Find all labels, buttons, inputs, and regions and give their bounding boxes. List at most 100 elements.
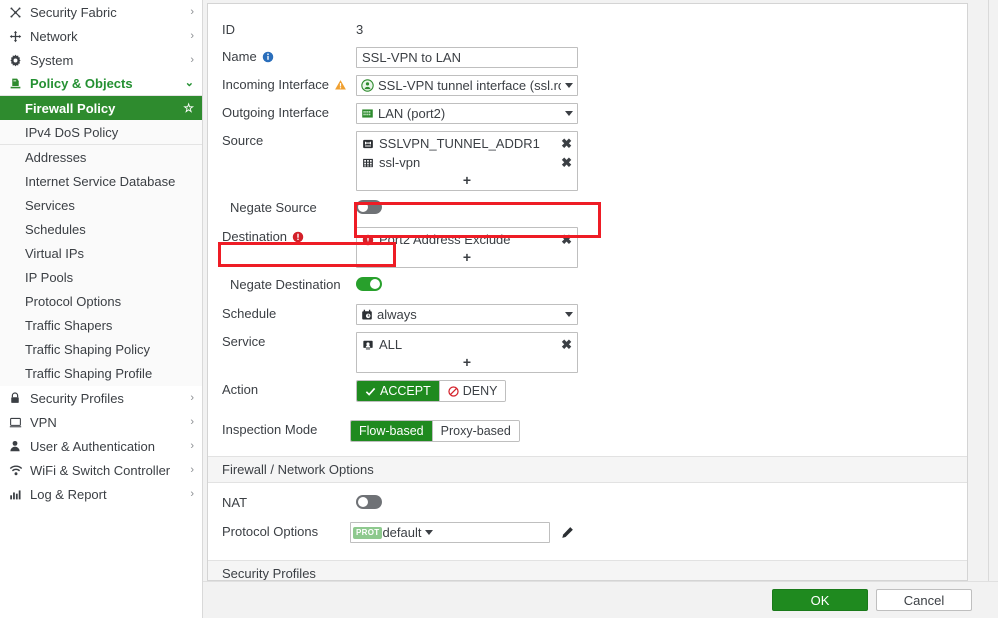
sidebar-item-services[interactable]: Services xyxy=(0,193,202,217)
protocol-badge: PROT xyxy=(353,527,382,539)
sidebar-group-policy-objects[interactable]: Policy & Objects ⌄ xyxy=(0,72,202,96)
right-scroll-rail[interactable] xyxy=(988,0,998,618)
sidebar-group-vpn[interactable]: VPN › xyxy=(0,410,202,434)
chevron-down-icon xyxy=(565,111,573,116)
id-label: ID xyxy=(222,20,356,37)
address-group-icon xyxy=(362,157,374,169)
info-circle-icon xyxy=(262,51,274,63)
sidebar-item-schedules[interactable]: Schedules xyxy=(0,217,202,241)
name-label-text: Name xyxy=(222,49,257,64)
edit-pencil-icon[interactable] xyxy=(561,526,574,539)
outgoing-interface-select[interactable]: LAN (port2) xyxy=(356,103,578,124)
add-source-button[interactable]: + xyxy=(357,172,577,190)
sidebar-group-system[interactable]: System › xyxy=(0,48,202,72)
action-accept-button[interactable]: ACCEPT xyxy=(357,381,440,401)
star-icon[interactable]: ☆ xyxy=(183,101,194,115)
name-label: Name xyxy=(222,47,356,64)
chevron-right-icon: › xyxy=(190,393,194,404)
form-row-service: Service ALL ✖ + xyxy=(208,332,967,373)
destination-multiselect[interactable]: Port2 Address Exclude ✖ + xyxy=(356,227,578,268)
sidebar-item-virtual-ips[interactable]: Virtual IPs xyxy=(0,241,202,265)
remove-icon[interactable]: ✖ xyxy=(561,156,572,169)
negate-source-toggle[interactable] xyxy=(356,200,382,214)
source-multiselect[interactable]: SSLVPN_TUNNEL_ADDR1 ✖ ssl-vpn ✖ + xyxy=(356,131,578,191)
chevron-right-icon: › xyxy=(190,441,194,452)
lock-icon xyxy=(9,392,26,404)
add-service-button[interactable]: + xyxy=(357,354,577,372)
sidebar-item-traffic-shaping-profile[interactable]: Traffic Shaping Profile xyxy=(0,361,202,385)
remove-icon[interactable]: ✖ xyxy=(561,338,572,351)
protocol-options-select[interactable]: PROT default xyxy=(350,522,550,543)
sidebar-group-security-fabric[interactable]: Security Fabric › xyxy=(0,0,202,24)
address-object-icon xyxy=(362,138,374,150)
warning-triangle-icon xyxy=(334,79,347,91)
ok-button[interactable]: OK xyxy=(772,589,868,611)
form-row-nat: NAT xyxy=(208,493,967,513)
sidebar-item-addresses[interactable]: Addresses xyxy=(0,145,202,169)
sidebar-group-label: User & Authentication xyxy=(30,439,186,454)
source-chip: ssl-vpn ✖ xyxy=(357,153,577,172)
form-row-negate-destination: Negate Destination xyxy=(208,275,967,295)
inspection-mode-flow-based-button[interactable]: Flow-based xyxy=(351,421,433,441)
action-deny-button[interactable]: DENY xyxy=(440,381,506,401)
chevron-down-icon xyxy=(425,530,433,535)
remove-icon[interactable]: ✖ xyxy=(561,137,572,150)
policy-objects-icon xyxy=(9,77,26,90)
name-input[interactable] xyxy=(356,47,578,68)
inspection-flow-label: Flow-based xyxy=(359,424,424,438)
inspection-mode-segmented-control: Flow-based Proxy-based xyxy=(350,420,520,442)
destination-chip-label: Port2 Address Exclude xyxy=(374,232,561,247)
nat-label: NAT xyxy=(222,493,356,510)
user-icon xyxy=(9,440,26,452)
sidebar-item-ipv4-dos-policy[interactable]: IPv4 DoS Policy xyxy=(0,120,202,144)
sidebar-item-traffic-shapers[interactable]: Traffic Shapers xyxy=(0,313,202,337)
nat-toggle[interactable] xyxy=(356,495,382,509)
inspection-proxy-label: Proxy-based xyxy=(441,424,511,438)
sidebar-group-user-authentication[interactable]: User & Authentication › xyxy=(0,434,202,458)
sidebar-subnav-policy-objects: Firewall Policy ☆ IPv4 DoS Policy Addres… xyxy=(0,96,202,386)
chart-bars-icon xyxy=(9,488,26,501)
schedule-select[interactable]: always xyxy=(356,304,578,325)
deny-icon xyxy=(448,386,459,397)
sidebar-group-log-report[interactable]: Log & Report › xyxy=(0,482,202,506)
monitor-icon xyxy=(9,416,26,429)
sidebar-item-traffic-shaping-policy[interactable]: Traffic Shaping Policy xyxy=(0,337,202,361)
service-multiselect[interactable]: ALL ✖ + xyxy=(356,332,578,373)
sidebar-item-ip-pools[interactable]: IP Pools xyxy=(0,265,202,289)
action-deny-label: DENY xyxy=(463,384,498,398)
service-chip: ALL ✖ xyxy=(357,335,577,354)
section-header-security-profiles: Security Profiles xyxy=(208,560,967,581)
edit-policy-panel: ID 3 Name xyxy=(207,3,968,581)
ssl-vpn-tunnel-icon xyxy=(361,79,374,92)
sidebar-group-label: Log & Report xyxy=(30,487,186,502)
chevron-right-icon: › xyxy=(190,31,194,42)
add-destination-button[interactable]: + xyxy=(357,249,577,267)
incoming-interface-select[interactable]: SSL-VPN tunnel interface (ssl.roo xyxy=(356,75,578,96)
inspection-mode-label: Inspection Mode xyxy=(222,420,350,437)
sidebar-navigation: Security Fabric › Network › System › Pol… xyxy=(0,0,203,618)
source-chip-label: ssl-vpn xyxy=(374,155,561,170)
negate-destination-label: Negate Destination xyxy=(222,275,356,292)
remove-icon[interactable]: ✖ xyxy=(561,233,572,246)
sidebar-item-label: IP Pools xyxy=(25,270,73,285)
negate-destination-toggle[interactable] xyxy=(356,277,382,291)
form-row-inspection-mode: Inspection Mode Flow-based Proxy-based xyxy=(208,420,967,442)
chevron-right-icon: › xyxy=(190,417,194,428)
sidebar-item-internet-service-database[interactable]: Internet Service Database xyxy=(0,169,202,193)
sidebar-item-protocol-options[interactable]: Protocol Options xyxy=(0,289,202,313)
sidebar-group-wifi-switch-controller[interactable]: WiFi & Switch Controller › xyxy=(0,458,202,482)
check-icon xyxy=(365,386,376,397)
sidebar-group-security-profiles[interactable]: Security Profiles › xyxy=(0,386,202,410)
form-row-incoming-interface: Incoming Interface SSL-VPN tunnel interf… xyxy=(208,75,967,96)
sidebar-item-firewall-policy[interactable]: Firewall Policy ☆ xyxy=(0,96,202,120)
inspection-mode-proxy-based-button[interactable]: Proxy-based xyxy=(433,421,519,441)
sidebar-group-network[interactable]: Network › xyxy=(0,24,202,48)
form-row-protocol-options: Protocol Options PROT default xyxy=(208,522,967,543)
cancel-button[interactable]: Cancel xyxy=(876,589,972,611)
form-row-schedule: Schedule always xyxy=(208,304,967,325)
outgoing-interface-value: LAN (port2) xyxy=(374,106,561,121)
protocol-options-label: Protocol Options xyxy=(222,522,350,539)
incoming-interface-value: SSL-VPN tunnel interface (ssl.roo xyxy=(374,78,561,93)
chevron-down-icon xyxy=(565,83,573,88)
sidebar-item-label: Traffic Shaping Policy xyxy=(25,342,150,357)
